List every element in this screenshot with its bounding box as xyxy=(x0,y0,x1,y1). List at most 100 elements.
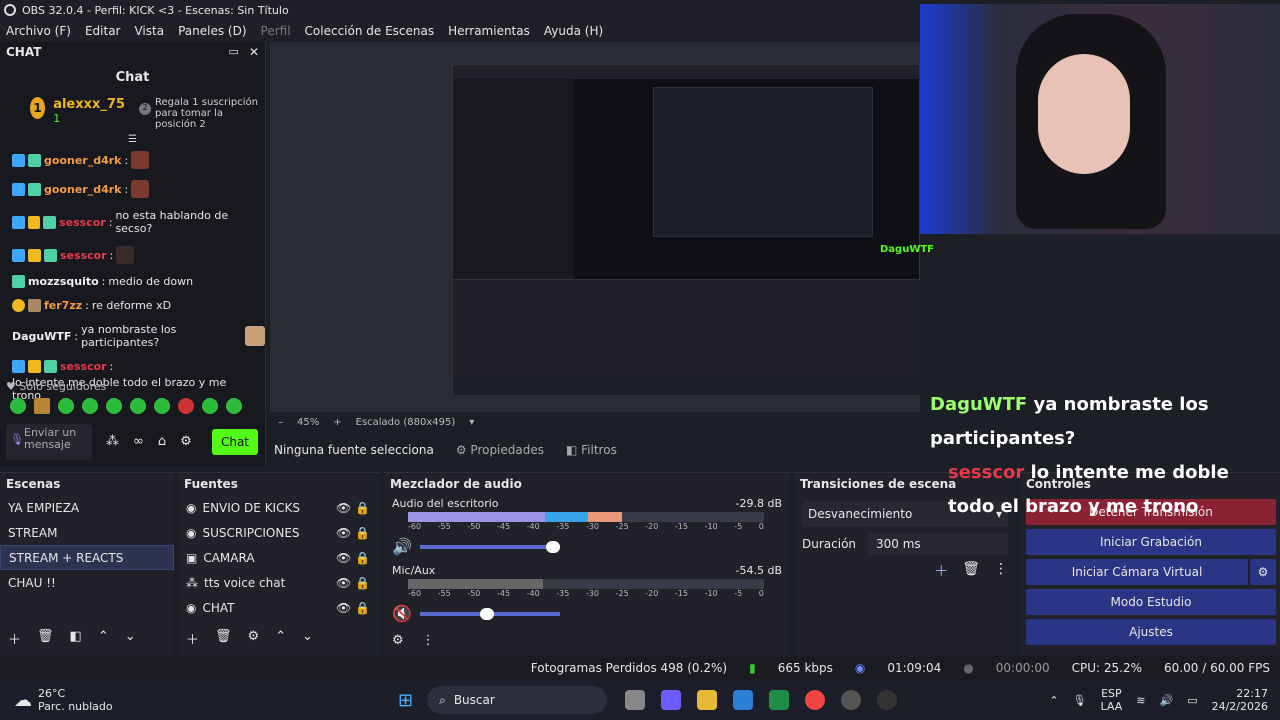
eye-icon[interactable]: 👁 🔒 xyxy=(336,526,370,540)
scene-item[interactable]: YA EMPIEZA xyxy=(0,495,174,520)
trash-icon[interactable]: 🗑 xyxy=(37,629,54,648)
source-item[interactable]: ◉ SUSCRIPCIONES 👁 🔒 xyxy=(178,520,380,545)
properties-button[interactable]: ⚙ Propiedades xyxy=(456,443,544,457)
scene-item[interactable]: STREAM xyxy=(0,520,174,545)
chat-user[interactable]: mozzsquito xyxy=(28,275,99,288)
volume-icon[interactable]: 🔊 xyxy=(1159,694,1173,707)
gear-icon[interactable]: ⚙ xyxy=(392,633,404,648)
down-icon[interactable]: ⌄ xyxy=(125,629,136,648)
clock-time[interactable]: 22:17 xyxy=(1212,687,1268,700)
chat-user[interactable]: DaguWTF xyxy=(12,330,71,343)
emote-icon[interactable] xyxy=(178,398,194,414)
gear-icon[interactable]: ⚙ xyxy=(248,629,260,648)
chevron-up-icon[interactable]: ⌃ xyxy=(1049,694,1058,707)
source-item[interactable]: ▣ CAMARA 👁 🔒 xyxy=(178,545,380,570)
mic-icon[interactable]: 🎙 xyxy=(1073,694,1087,707)
eye-icon[interactable]: 👁 🔒 xyxy=(336,501,370,515)
chat-input[interactable]: 🎙 Enviar un mensaje xyxy=(6,424,92,460)
eye-icon[interactable]: 👁 🔒 xyxy=(336,576,370,590)
volume-slider[interactable] xyxy=(419,540,560,553)
send-chat-button[interactable]: Chat xyxy=(212,429,258,455)
menu-editar[interactable]: Editar xyxy=(85,24,121,38)
trash-icon[interactable]: 🗑 xyxy=(215,629,232,648)
chat-user[interactable]: sesscor xyxy=(60,249,107,262)
taskbar-search[interactable]: ⌕ Buscar xyxy=(427,686,608,714)
emote-icon[interactable] xyxy=(154,398,170,414)
add-icon[interactable]: ＋ xyxy=(8,629,21,648)
menu-archivo[interactable]: Archivo (F) xyxy=(6,24,71,38)
wifi-icon[interactable]: ≋ xyxy=(1136,694,1145,707)
muted-speaker-icon[interactable]: 🔇 xyxy=(392,604,412,623)
gear-icon[interactable]: ⚙ xyxy=(180,434,192,449)
chat-user[interactable]: sesscor xyxy=(60,360,107,373)
close-icon[interactable]: ✕ xyxy=(249,45,259,59)
source-item[interactable]: ⁂ tts voice chat 👁 🔒 xyxy=(178,570,380,595)
emote-icon[interactable] xyxy=(34,398,50,414)
settings-button[interactable]: Ajustes xyxy=(1026,619,1276,645)
scene-item-selected[interactable]: STREAM + REACTS xyxy=(0,545,174,570)
media-icon[interactable] xyxy=(841,690,862,710)
files-icon[interactable] xyxy=(625,690,646,710)
zoom-out-button[interactable]: – xyxy=(278,417,283,428)
chat-user[interactable]: sesscor xyxy=(59,216,106,229)
start-recording-button[interactable]: Iniciar Grabación xyxy=(1026,529,1276,555)
chrome-icon[interactable] xyxy=(805,690,826,710)
gear-icon[interactable]: ⚙ xyxy=(1250,559,1276,585)
infinity-icon[interactable]: ∞ xyxy=(133,434,144,449)
copilot-icon[interactable] xyxy=(661,690,682,710)
up-icon[interactable]: ⌃ xyxy=(275,629,286,648)
source-item[interactable]: ◉ ENVIO DE KICKS 👁 🔒 xyxy=(178,495,380,520)
up-icon[interactable]: ⌃ xyxy=(98,629,109,648)
float-icon[interactable]: ▭ xyxy=(229,45,239,59)
window-title: OBS 32.0.4 - Perfil: KICK <3 - Escenas: … xyxy=(22,3,289,17)
more-icon[interactable]: ⋮ xyxy=(422,633,435,648)
virtual-camera-button[interactable]: Iniciar Cámara Virtual xyxy=(1026,559,1248,585)
emote-icon[interactable] xyxy=(10,398,26,414)
more-icon[interactable]: ⋮ xyxy=(994,561,1008,581)
add-icon[interactable]: ＋ xyxy=(934,561,948,581)
menu-paneles[interactable]: Paneles (D) xyxy=(178,24,246,38)
emote-icon[interactable] xyxy=(106,398,122,414)
speaker-icon[interactable]: 🔊 xyxy=(392,537,412,556)
emote-icon[interactable] xyxy=(226,398,242,414)
app-icon[interactable] xyxy=(733,690,754,710)
filter-icon[interactable]: ◧ xyxy=(70,629,82,648)
scene-item[interactable]: CHAU !! xyxy=(0,570,174,595)
eye-icon[interactable]: 👁 🔒 xyxy=(336,551,370,565)
volume-slider[interactable] xyxy=(419,607,560,620)
menu-vista[interactable]: Vista xyxy=(134,24,164,38)
emote-icon[interactable] xyxy=(82,398,98,414)
down-icon[interactable]: ⌄ xyxy=(302,629,313,648)
battery-icon[interactable]: ▭ xyxy=(1187,694,1197,707)
windows-start-icon[interactable]: ⊞ xyxy=(398,690,413,711)
trash-icon[interactable]: 🗑 xyxy=(962,561,980,581)
menu-ayuda[interactable]: Ayuda (H) xyxy=(544,24,603,38)
users-icon[interactable]: ⁂ xyxy=(106,434,119,449)
emote-icon[interactable] xyxy=(202,398,218,414)
chat-user[interactable]: gooner_d4rk xyxy=(44,154,121,167)
folder-icon[interactable] xyxy=(697,690,718,710)
lang-primary[interactable]: ESP xyxy=(1101,687,1123,700)
excel-icon[interactable] xyxy=(769,690,790,710)
duration-input[interactable]: 300 ms xyxy=(868,533,1008,555)
chevron-down-icon[interactable]: ▾ xyxy=(469,417,474,428)
mic-icon[interactable]: 🎙 xyxy=(10,434,24,446)
scale-label[interactable]: Escalado (880x495) xyxy=(356,417,456,428)
track-db: -29.8 dB xyxy=(735,497,783,510)
add-icon[interactable]: ＋ xyxy=(186,629,199,648)
weather-widget[interactable]: ☁ 26°C Parc. nublado xyxy=(14,687,334,713)
filters-button[interactable]: ◧ Filtros xyxy=(566,443,617,457)
menu-coleccion[interactable]: Colección de Escenas xyxy=(305,24,435,38)
store-icon[interactable]: ⌂ xyxy=(158,434,166,449)
obs-icon[interactable] xyxy=(877,690,898,710)
chat-user[interactable]: fer7zz xyxy=(44,299,82,312)
menu-herramientas[interactable]: Herramientas xyxy=(448,24,530,38)
menu-perfil[interactable]: Perfil xyxy=(261,24,291,38)
zoom-in-button[interactable]: + xyxy=(333,417,341,428)
eye-icon[interactable]: 👁 🔒 xyxy=(336,601,370,615)
emote-icon[interactable] xyxy=(58,398,74,414)
chat-user[interactable]: gooner_d4rk xyxy=(44,183,121,196)
studio-mode-button[interactable]: Modo Estudio xyxy=(1026,589,1276,615)
source-item[interactable]: ◉ CHAT 👁 🔒 xyxy=(178,595,380,620)
emote-icon[interactable] xyxy=(130,398,146,414)
